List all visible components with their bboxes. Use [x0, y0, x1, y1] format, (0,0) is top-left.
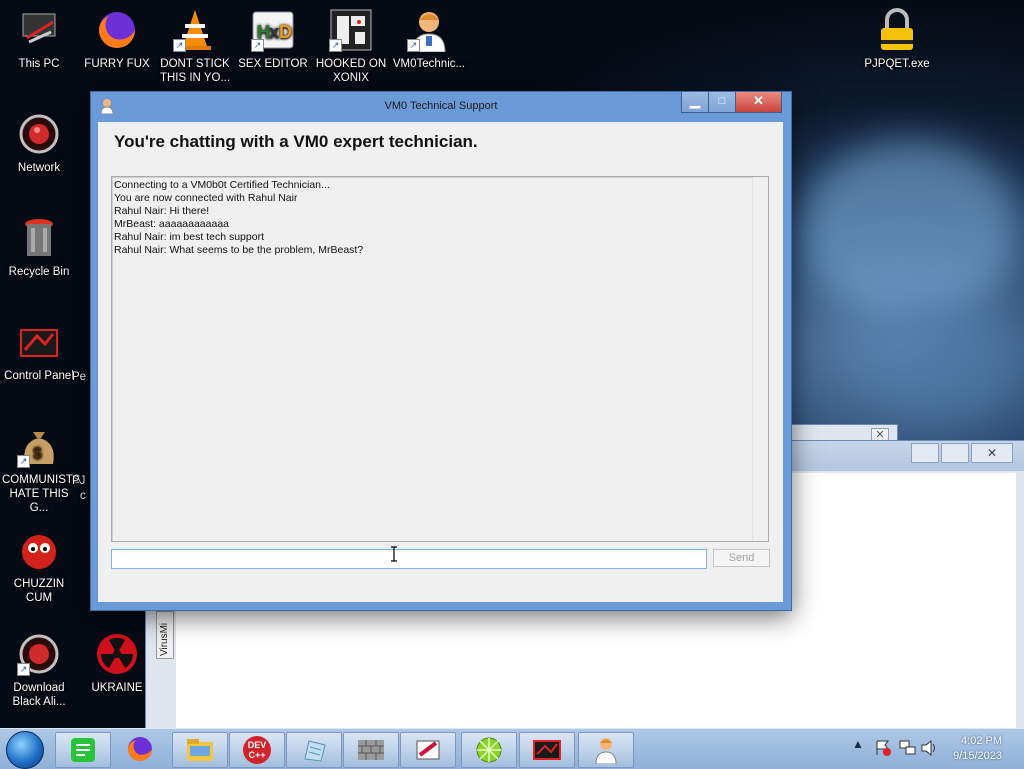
partial-icon-label: PJ: [72, 475, 86, 487]
chuzzle-icon: [17, 528, 61, 572]
taskbar-notes[interactable]: [55, 732, 111, 768]
desktop-icon-recycle-bin[interactable]: Recycle Bin: [2, 216, 76, 279]
taskbar-firefox[interactable]: [120, 732, 160, 766]
taskbar-game[interactable]: [519, 732, 575, 768]
game-icon: [533, 740, 561, 760]
message-input[interactable]: [111, 549, 707, 569]
vertical-tab[interactable]: VirusMi: [156, 611, 174, 659]
shortcut-arrow-icon: ↗: [329, 39, 342, 52]
svg-text:D: D: [279, 22, 292, 42]
clock[interactable]: 4:02 PM 9/15/2023: [953, 734, 1002, 764]
taskbar-vm0-technician[interactable]: [578, 732, 634, 768]
sky-cloud-decoration: [860, 300, 1020, 420]
desktop-icon-network[interactable]: Network: [2, 112, 76, 175]
show-hidden-icons-icon[interactable]: ▲: [852, 737, 864, 751]
shortcut-arrow-icon: ↗: [17, 455, 30, 468]
chat-line: Rahul Nair: What seems to be the problem…: [114, 244, 364, 256]
minimize-button[interactable]: ▁: [681, 92, 709, 113]
desktop-icon-this-pc[interactable]: This PC: [2, 8, 76, 71]
volume-icon[interactable]: [920, 739, 938, 757]
window-client-area: You're chatting with a VM0 expert techni…: [98, 122, 783, 602]
download-icon: ↗: [17, 632, 61, 676]
svg-text:x: x: [269, 22, 279, 42]
vlc-cone-icon: ↗: [173, 8, 217, 52]
taskbar-notepad[interactable]: [286, 732, 342, 768]
chat-heading: You're chatting with a VM0 expert techni…: [114, 132, 478, 151]
maximize-button[interactable]: [941, 443, 969, 463]
desktop-icon-communists[interactable]: $ ↗ COMMUNISTS HATE THIS G...: [2, 424, 81, 515]
radiation-icon: [95, 632, 139, 676]
taskbar: DEV C++ ▲ 4:02 PM 9/15/2023: [0, 728, 1024, 769]
shortcut-arrow-icon: ↗: [173, 39, 186, 52]
taskbar-firewall[interactable]: [343, 732, 399, 768]
desktop-icon-sex-editor[interactable]: HxD ↗ SEX EDITOR: [236, 8, 310, 71]
network-icon: [17, 112, 61, 156]
partial-icon-label: Pe: [72, 371, 87, 383]
taskbar-paint[interactable]: [400, 732, 456, 768]
firefox-icon: [128, 737, 152, 761]
chat-line: Rahul Nair: Hi there!: [114, 205, 210, 217]
send-button[interactable]: Send: [713, 549, 770, 567]
chat-line: Rahul Nair: im best tech support: [114, 231, 264, 243]
control-panel-icon: [17, 320, 61, 364]
this-pc-icon: [17, 8, 61, 52]
padlock-icon: [875, 8, 919, 52]
lime-icon: [476, 737, 502, 763]
xonix-game-icon: ↗: [329, 8, 373, 52]
money-bag-icon: $ ↗: [17, 424, 61, 468]
chat-log[interactable]: Connecting to a VM0b0t Certified Technic…: [111, 176, 769, 542]
clock-date: 9/15/2023: [953, 750, 1002, 762]
start-button[interactable]: [6, 731, 44, 769]
desktop-icon-furry-fux[interactable]: FURRY FUX: [80, 8, 154, 71]
recycle-bin-icon: [17, 216, 61, 260]
desktop-icon-download-black-ali[interactable]: ↗ Download Black Ali...: [2, 632, 76, 709]
desktop-icon-control-panel[interactable]: Control Panel: [2, 320, 76, 383]
maximize-button[interactable]: □: [708, 92, 736, 113]
minimize-button[interactable]: [911, 443, 939, 463]
taskbar-lime[interactable]: [461, 732, 517, 768]
title-bar[interactable]: VM0 Technical Support ▁ □ ✕: [91, 92, 791, 120]
tech-support-window: VM0 Technical Support ▁ □ ✕ You're chatt…: [90, 91, 792, 611]
desktop-icon-ukraine[interactable]: UKRAINE: [80, 632, 154, 695]
firewall-icon: [358, 740, 384, 760]
desktop-icon-dont-stick[interactable]: ↗ DONT STICK THIS IN YO...: [158, 8, 232, 85]
file-explorer-icon: [187, 739, 213, 761]
clock-time: 4:02 PM: [961, 735, 1002, 747]
chat-scrollbar[interactable]: [752, 177, 768, 541]
technician-icon: [595, 738, 617, 764]
desktop-icon-hooked-on-xonix[interactable]: ↗ HOOKED ON XONIX: [314, 8, 388, 85]
technician-icon: ↗: [407, 8, 451, 53]
svg-text:$: $: [33, 445, 42, 462]
hex-editor-icon: HxD ↗: [251, 8, 295, 52]
text-cursor-icon: [391, 546, 397, 562]
chat-line: MrBeast: aaaaaaaaaaaa: [114, 218, 230, 230]
notepad-icon: [304, 740, 326, 762]
vertical-tab-label: VirusMi: [159, 622, 170, 656]
taskbar-file-explorer[interactable]: [172, 732, 228, 768]
shortcut-arrow-icon: ↗: [407, 39, 420, 52]
background-window-controls: ✕: [911, 443, 1013, 463]
chat-line: You are now connected with Rahul Nair: [114, 192, 298, 204]
taskbar-dev-cpp[interactable]: DEV C++: [229, 732, 285, 768]
desktop-icon-chuzzin-cum[interactable]: CHUZZIN CUM: [2, 528, 76, 605]
network-tray-icon[interactable]: [898, 739, 916, 757]
close-button[interactable]: ✕: [971, 443, 1013, 463]
sky-cloud-decoration: [800, 140, 1020, 320]
shortcut-arrow-icon: ↗: [17, 663, 30, 676]
chat-line: Connecting to a VM0b0t Certified Technic…: [114, 179, 330, 191]
notes-icon: [71, 738, 95, 762]
close-button[interactable]: ✕: [735, 92, 782, 113]
action-center-flag-icon[interactable]: [874, 739, 892, 757]
paint-icon: [416, 740, 440, 760]
dev-cpp-icon: DEV C++: [243, 736, 271, 764]
desktop-icon-pjpqet[interactable]: PJPQET.exe: [860, 8, 934, 71]
shortcut-arrow-icon: ↗: [251, 39, 264, 52]
desktop-icon-vm0technic[interactable]: ↗ VM0Technic...: [392, 8, 466, 71]
firefox-icon: [95, 8, 139, 52]
